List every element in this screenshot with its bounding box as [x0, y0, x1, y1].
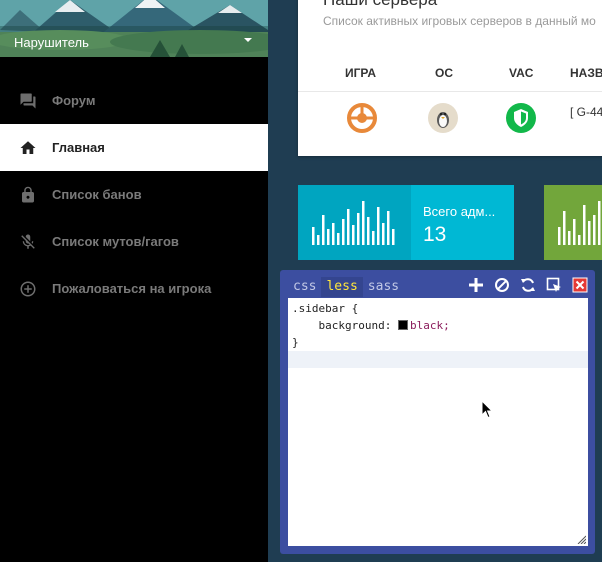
resize-handle-icon[interactable]	[576, 534, 586, 544]
stat-sparkline	[298, 185, 411, 260]
stat-label: Всего адм...	[423, 204, 496, 219]
home-icon	[19, 139, 37, 157]
stat-card-secondary[interactable]	[544, 185, 602, 260]
tab-css[interactable]: css	[288, 277, 321, 297]
sidebar-item-label: Форум	[52, 93, 96, 108]
sidebar-item-bans[interactable]: Список банов	[0, 171, 268, 218]
add-icon[interactable]	[467, 276, 485, 294]
code-value: black;	[409, 319, 450, 332]
bar-chart-icon	[558, 201, 601, 245]
divider	[298, 91, 602, 92]
server-name[interactable]: [ G-44	[570, 105, 602, 119]
code-line: background: black;	[292, 317, 584, 334]
column-header-vac[interactable]: VAC	[509, 66, 533, 80]
profile-name[interactable]: Нарушитель	[14, 35, 89, 50]
lock-icon	[19, 186, 37, 204]
code-property: background:	[318, 319, 392, 332]
bar-chart-icon	[312, 201, 395, 245]
code-editor[interactable]: .sidebar { background: black; }	[288, 298, 588, 546]
sidebar-item-label: Пожаловаться на игрока	[52, 281, 212, 296]
sidebar-item-home[interactable]: Главная	[0, 124, 268, 171]
block-icon[interactable]	[493, 276, 511, 294]
sidebar-item-label: Список мутов/гагов	[52, 234, 179, 249]
stat-value: 13	[423, 223, 447, 246]
code-line: }	[292, 336, 299, 349]
sidebar-item-label: Список банов	[52, 187, 142, 202]
sidebar-item-forum[interactable]: Форум	[0, 77, 268, 124]
column-header-os[interactable]: ОС	[435, 66, 453, 80]
select-element-icon[interactable]	[545, 276, 563, 294]
chevron-down-icon[interactable]	[244, 38, 252, 42]
csgo-icon	[347, 103, 377, 133]
sidebar-item-report[interactable]: Пожаловаться на игрока	[0, 265, 268, 312]
vac-shield-icon	[506, 103, 536, 133]
sidebar-nav: Форум Главная Список банов Список мутов/…	[0, 77, 268, 312]
forum-icon	[19, 92, 37, 110]
column-header-name[interactable]: НАЗВ	[570, 66, 602, 80]
linux-icon	[428, 103, 458, 133]
sidebar: Нарушитель Форум Главная Список банов Сп…	[0, 0, 268, 562]
mouse-cursor-icon	[481, 400, 493, 419]
stat-card-admins[interactable]: Всего адм... 13	[298, 185, 514, 260]
tab-less[interactable]: less	[321, 277, 363, 297]
sidebar-item-label: Главная	[52, 140, 105, 155]
editor-tabs: css less sass	[288, 277, 404, 297]
editor-toolbar	[459, 276, 589, 294]
tab-sass[interactable]: sass	[363, 277, 404, 297]
servers-title: Наши сервера	[323, 0, 437, 10]
stat-sparkline	[544, 185, 602, 260]
servers-subtitle: Список активных игровых серверов в данны…	[323, 14, 596, 28]
column-header-game[interactable]: ИГРА	[345, 66, 376, 80]
mic-off-icon	[19, 233, 37, 251]
code-line: .sidebar {	[292, 302, 359, 315]
sidebar-item-mutes[interactable]: Список мутов/гагов	[0, 218, 268, 265]
refresh-icon[interactable]	[519, 276, 537, 294]
css-editor-panel: css less sass .sidebar { background: bla…	[280, 270, 595, 554]
close-icon[interactable]	[571, 276, 589, 294]
color-swatch[interactable]	[397, 320, 408, 330]
profile-header: Нарушитель	[0, 0, 268, 57]
servers-card: Наши сервера Список активных игровых сер…	[298, 0, 602, 156]
add-circle-icon	[19, 280, 37, 298]
code-line-current	[288, 351, 588, 368]
